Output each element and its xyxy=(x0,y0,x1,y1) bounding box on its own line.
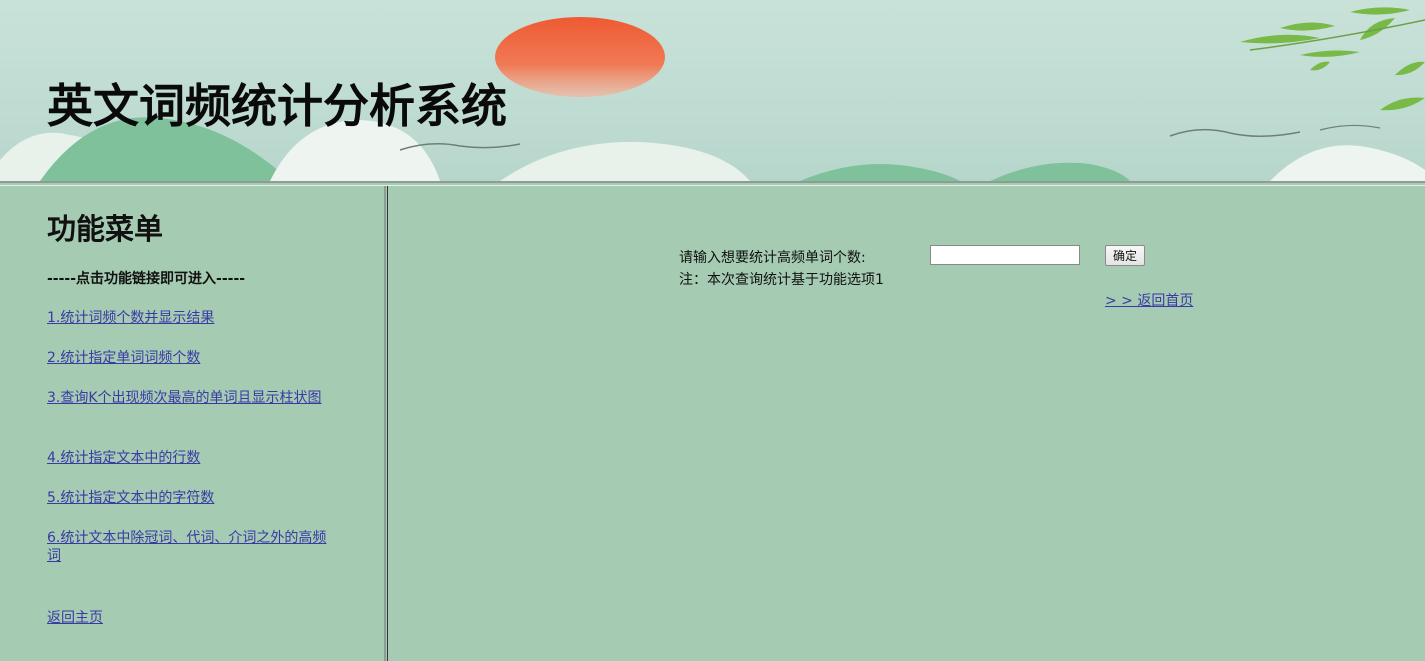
main-content xyxy=(388,186,1425,661)
sidebar-item-line-count[interactable]: 4.统计指定文本中的行数 xyxy=(47,449,337,467)
back-to-home-link[interactable]: > > 返回首页 xyxy=(1105,290,1193,310)
header-banner: 英文词频统计分析系统 xyxy=(0,0,1425,181)
home-link[interactable]: 返回主页 xyxy=(47,609,337,627)
sidebar-item-character-count[interactable]: 5.统计指定文本中的字符数 xyxy=(47,489,337,507)
note-text: 注：本次查询统计基于功能选项1 xyxy=(679,272,884,288)
bamboo-leaves xyxy=(1240,7,1425,111)
count-prompt-label: 请输入想要统计高频单词个数: xyxy=(679,250,866,266)
sidebar xyxy=(0,186,384,661)
sidebar-item-specific-word-frequency[interactable]: 2.统计指定单词词频个数 xyxy=(47,349,337,367)
word-count-input[interactable] xyxy=(930,245,1080,265)
confirm-button[interactable]: 确定 xyxy=(1105,245,1145,266)
sidebar-item-high-frequency-words[interactable]: 6.统计文本中除冠词、代词、介词之外的高频词 xyxy=(47,529,337,565)
menu-title: 功能菜单 xyxy=(47,212,164,246)
sidebar-item-word-frequency-count[interactable]: 1.统计词频个数并显示结果 xyxy=(47,309,337,327)
sun-shape xyxy=(495,17,665,97)
page-title: 英文词频统计分析系统 xyxy=(47,79,507,133)
sidebar-item-top-k-words-chart[interactable]: 3.查询K个出现频次最高的单词且显示柱状图 xyxy=(47,389,337,407)
menu-hint: -----点击功能链接即可进入----- xyxy=(47,271,246,287)
